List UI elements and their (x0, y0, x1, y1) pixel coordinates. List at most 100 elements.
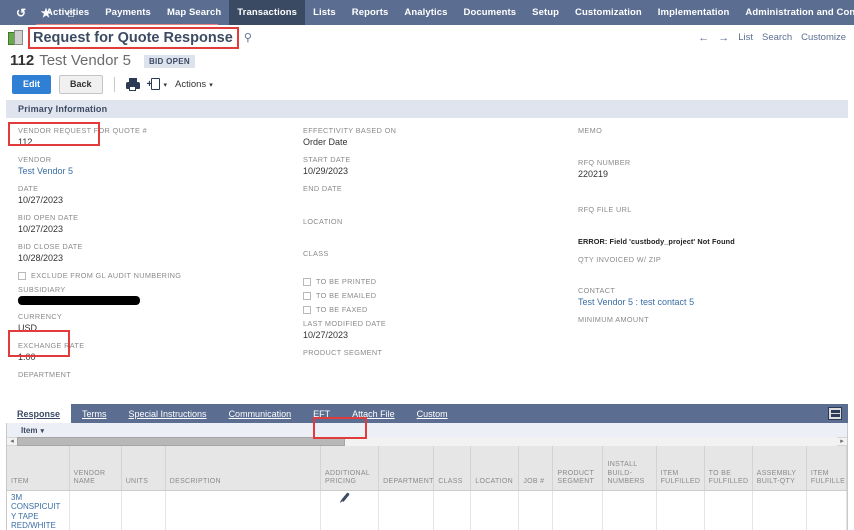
cell-item-fulfilled[interactable] (656, 490, 705, 530)
column-header-description[interactable]: DESCRIPTION (165, 446, 322, 491)
search-link[interactable]: Search (762, 32, 792, 43)
column-header-item-fulfilled[interactable]: ITEM FULFILLED (656, 446, 705, 491)
cell-product-segment[interactable] (552, 490, 604, 530)
nav-item-implementation[interactable]: Implementation (650, 0, 738, 25)
print-button[interactable] (125, 78, 140, 91)
column-header-item[interactable]: ITEM (7, 446, 70, 491)
field-bid-close-date: BID CLOSE DATE 10/28/2023 (18, 242, 291, 264)
tab-communication[interactable]: Communication (218, 404, 303, 423)
back-arrow-icon[interactable]: ← (698, 32, 709, 44)
nav-item-analytics[interactable]: Analytics (396, 0, 455, 25)
page-title-bar: Request for Quote Response ⚲ ← → List Se… (0, 25, 854, 50)
field-vendor: VENDOR Test Vendor 5 (18, 155, 291, 177)
sublist-top-scrollbar[interactable]: ◂ ▸ (7, 437, 847, 446)
column-header-job-number[interactable]: JOB # (518, 446, 554, 491)
cell-location[interactable] (470, 490, 520, 530)
list-link[interactable]: List (738, 32, 753, 43)
table-row[interactable]: 3M CONSPICUITY TAPE RED/WHITE 6" ITEM 98… (7, 490, 847, 530)
attach-caret-icon: ▾ (163, 81, 168, 89)
customize-link[interactable]: Customize (801, 32, 846, 43)
column-header-units[interactable]: UNITS (121, 446, 166, 491)
scroll-track[interactable] (17, 437, 837, 446)
field-value: 220219 (578, 169, 609, 179)
field-product-segment: PRODUCT SEGMENT (303, 348, 566, 369)
checkbox-to-be-faxed[interactable]: TO BE FAXED (303, 305, 566, 314)
scroll-thumb[interactable] (17, 437, 345, 446)
cell-to-be-fulfilled[interactable] (704, 490, 753, 530)
field-value (303, 358, 566, 369)
checkbox-exclude-from-gl-audit-numbering[interactable]: EXCLUDE FROM GL AUDIT NUMBERING (18, 271, 291, 280)
home-icon[interactable]: ⌂ (58, 0, 84, 25)
tab-eft[interactable]: EFT (302, 404, 341, 423)
tab-attach-file[interactable]: Attach File (341, 404, 406, 423)
title-search-icon[interactable]: ⚲ (244, 31, 252, 44)
column-header-department[interactable]: DEPARTMENT (378, 446, 435, 491)
nav-item-setup[interactable]: Setup (524, 0, 567, 25)
attach-file-button[interactable]: + ▾ (147, 78, 168, 91)
column-header-to-be-fulfilled[interactable]: TO BE FULFILLED (704, 446, 753, 491)
cell-install-build-numbers[interactable] (602, 490, 657, 530)
column-header-location[interactable]: LOCATION (470, 446, 520, 491)
field-value: 10/27/2023 (303, 330, 349, 340)
column-header-class[interactable]: CLASS (433, 446, 472, 491)
forward-arrow-icon[interactable]: → (718, 32, 729, 44)
status-badge: BID OPEN (143, 55, 196, 68)
tab-custom[interactable]: Custom (406, 404, 459, 423)
nav-item-reports[interactable]: Reports (344, 0, 397, 25)
cell-description[interactable] (165, 490, 322, 530)
cell-class[interactable] (433, 490, 472, 530)
column-header-assembly-built-qty[interactable]: ASSEMBLY BUILT-QTY (752, 446, 807, 491)
nav-item-documents[interactable]: Documents (456, 0, 525, 25)
grid-view-icon[interactable] (828, 407, 842, 420)
sublist-tab-strip: Response Terms Special Instructions Comm… (6, 404, 848, 423)
pencil-icon[interactable] (341, 491, 351, 503)
checkbox-to-be-emailed[interactable]: TO BE EMAILED (303, 291, 566, 300)
field-value (303, 259, 566, 270)
checkbox-to-be-printed[interactable]: TO BE PRINTED (303, 277, 566, 286)
vendor-link[interactable]: Test Vendor 5 (18, 165, 291, 177)
checkbox-icon[interactable] (303, 291, 311, 300)
recent-records-icon[interactable]: ↺ (8, 0, 34, 25)
nav-item-map-search[interactable]: Map Search (159, 0, 229, 25)
cell-assembly-built-qty[interactable] (752, 490, 807, 530)
nav-item-administration-and-controls[interactable]: Administration and Controls (737, 0, 854, 25)
actions-menu-button[interactable]: Actions ▾ (175, 79, 213, 90)
cell-item-fulfille[interactable] (806, 490, 847, 530)
column-header-item-fulfille[interactable]: ITEM FULFILLE (806, 446, 847, 491)
cell-item[interactable]: 3M CONSPICUITY TAPE RED/WHITE 6" ITEM 98… (7, 490, 70, 530)
column-header-vendor-name[interactable]: VENDOR NAME (69, 446, 122, 491)
scroll-left-arrow-icon[interactable]: ◂ (7, 437, 17, 446)
tab-response[interactable]: Response (6, 404, 72, 423)
cell-units[interactable] (121, 490, 166, 530)
back-button[interactable]: Back (59, 75, 103, 94)
sublist-item-tab[interactable]: Item ▾ (7, 423, 847, 437)
tab-special-instructions[interactable]: Special Instructions (118, 404, 218, 423)
checkbox-icon[interactable] (303, 277, 311, 286)
cell-job-number[interactable] (518, 490, 554, 530)
field-value: 10/29/2023 (303, 166, 349, 176)
checkbox-label: TO BE PRINTED (316, 277, 377, 286)
column-header-install-build-numbers[interactable]: INSTALL BUILD-NUMBERS (602, 446, 657, 491)
field-label: END DATE (303, 184, 343, 193)
checkbox-label: TO BE FAXED (316, 305, 368, 314)
tab-terms[interactable]: Terms (71, 404, 118, 423)
field-label: LOCATION (303, 217, 343, 226)
favorites-star-icon[interactable]: ★ (33, 0, 59, 25)
field-label: BID CLOSE DATE (18, 242, 83, 251)
contact-link[interactable]: Test Vendor 5 : test contact 5 (578, 296, 848, 308)
nav-item-transactions[interactable]: Transactions (229, 0, 306, 25)
edit-button[interactable]: Edit (12, 75, 51, 94)
nav-item-lists[interactable]: Lists (305, 0, 344, 25)
column-header-additional-pricing[interactable]: ADDITIONAL PRICING (320, 446, 380, 491)
checkbox-icon[interactable] (18, 271, 26, 280)
column-header-product-segment[interactable]: PRODUCT SEGMENT (552, 446, 604, 491)
nav-item-customization[interactable]: Customization (567, 0, 650, 25)
cell-vendor-name[interactable] (69, 490, 122, 530)
field-value (578, 215, 848, 226)
cell-additional-pricing[interactable] (320, 490, 380, 530)
field-label: RFQ NUMBER (578, 158, 631, 167)
scroll-right-arrow-icon[interactable]: ▸ (837, 437, 847, 446)
cell-department[interactable] (378, 490, 435, 530)
nav-item-payments[interactable]: Payments (97, 0, 159, 25)
checkbox-icon[interactable] (303, 305, 311, 314)
